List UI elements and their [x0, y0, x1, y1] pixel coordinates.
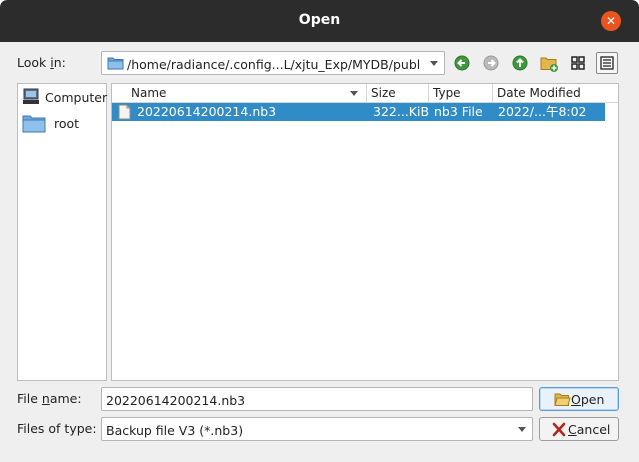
open-file-dialog: Open ✕ Look in: /home/radiance/.config..…	[0, 0, 639, 462]
detail-view-icon	[600, 56, 614, 70]
file-type-label: Files of type:	[17, 421, 97, 436]
look-in-path: /home/radiance/.config...L/xjtu_Exp/MYDB…	[127, 57, 421, 72]
file-type-select[interactable]: Backup file V3 (*.nb3)	[101, 417, 533, 441]
sidebar-item-computer[interactable]: Computer	[21, 85, 108, 109]
sidebar-item-label: Computer	[45, 90, 108, 105]
file-list-header: Name Size Type Date Modified	[112, 84, 618, 103]
up-arrow-icon	[512, 55, 528, 71]
sidebar-item-label: root	[54, 116, 80, 131]
back-button[interactable]	[451, 52, 473, 74]
file-row[interactable]: 20220614200214.nb3 322...KiB nb3 File 20…	[112, 103, 605, 121]
folder-icon	[22, 113, 46, 136]
cancel-button[interactable]: Cancel	[539, 417, 619, 441]
file-list[interactable]: Name Size Type Date Modified 20220614200…	[111, 83, 619, 381]
new-folder-icon	[540, 57, 558, 72]
icon-view-button[interactable]	[567, 52, 589, 74]
column-header-name[interactable]: Name	[127, 84, 367, 102]
cancel-x-icon	[552, 422, 566, 440]
file-icon	[118, 104, 131, 123]
sidebar-item-root[interactable]: root	[21, 111, 105, 135]
window-title: Open	[298, 12, 341, 28]
column-header-date-modified[interactable]: Date Modified	[493, 84, 605, 102]
open-folder-icon	[554, 391, 571, 410]
cancel-button-label: Cancel	[568, 422, 611, 437]
file-type-cell: nb3 File	[434, 104, 483, 119]
look-in-label: Look in:	[17, 55, 66, 70]
file-name-cell: 20220614200214.nb3	[137, 104, 277, 119]
file-size-cell: 322...KiB	[373, 104, 430, 119]
forward-arrow-icon	[483, 55, 499, 71]
chevron-down-icon	[430, 61, 438, 66]
title-bar[interactable]: Open ✕	[0, 0, 639, 42]
look-in-combo[interactable]: /home/radiance/.config...L/xjtu_Exp/MYDB…	[101, 51, 445, 75]
sidebar-places: Computer root	[17, 83, 107, 381]
close-icon: ✕	[605, 14, 617, 28]
column-header-type[interactable]: Type	[429, 84, 493, 102]
detail-view-button[interactable]	[596, 52, 618, 74]
close-button[interactable]: ✕	[601, 11, 621, 31]
column-header-size[interactable]: Size	[367, 84, 429, 102]
chevron-down-icon	[518, 427, 526, 432]
file-date-cell: 2022/...午8:02	[498, 104, 587, 119]
open-button[interactable]: Open	[539, 387, 619, 411]
file-name-label: File name:	[17, 391, 82, 406]
forward-button[interactable]	[480, 52, 502, 74]
sort-descending-icon	[350, 91, 358, 96]
parent-directory-button[interactable]	[509, 52, 531, 74]
file-name-input[interactable]: 20220614200214.nb3	[101, 387, 533, 411]
folder-icon	[107, 56, 124, 73]
grid-view-icon	[571, 56, 585, 70]
new-folder-button[interactable]	[538, 52, 560, 74]
back-arrow-icon	[454, 55, 470, 71]
computer-icon	[22, 88, 40, 108]
open-button-label: Open	[571, 392, 605, 407]
